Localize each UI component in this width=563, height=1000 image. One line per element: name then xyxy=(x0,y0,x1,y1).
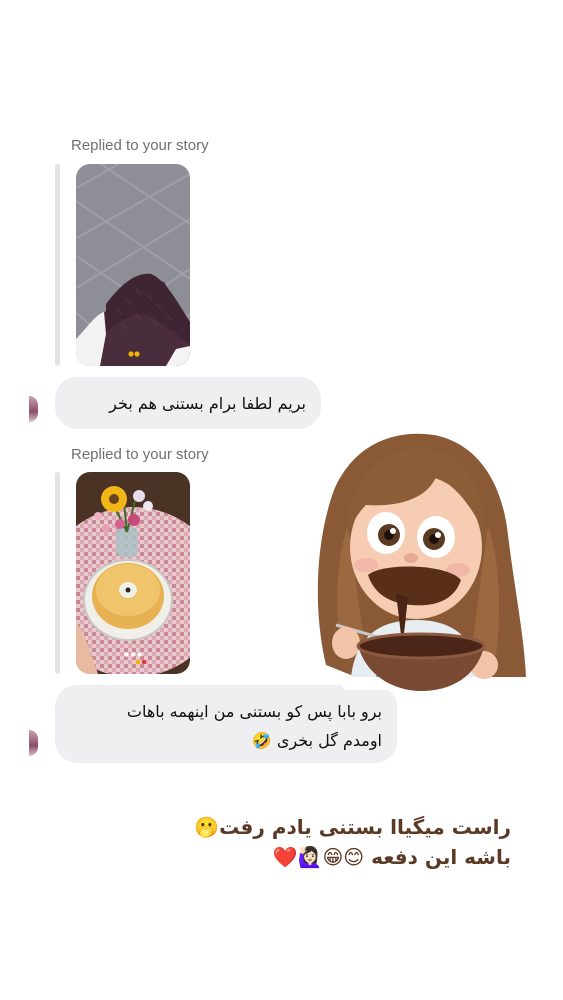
overlay-text-line: راست میگیاا بستنی یادم رفت🫢 xyxy=(194,815,511,839)
reply-label: Replied to your story xyxy=(71,446,209,463)
message-text: بریم لطفا برام بستنی هم بخر xyxy=(109,394,306,413)
contact-avatar[interactable] xyxy=(29,396,38,422)
story-thumbnail[interactable]: ● ● ● xyxy=(76,472,190,674)
story-cake-image: ● ● ● xyxy=(76,472,190,674)
message-text-line: برو بابا پس کو بستنی من اینهمه باهات xyxy=(126,702,382,721)
girl-eating-chocolate-sticker xyxy=(296,415,536,695)
story-overlay-text: راست میگیاا بستنی یادم رفت🫢 باشه این دفع… xyxy=(194,812,511,872)
contact-avatar[interactable] xyxy=(29,730,38,756)
message-text-line: اومدم گل بخری 🤣 xyxy=(251,731,382,750)
message-bubble[interactable]: بریم لطفا برام بستنی هم بخر xyxy=(55,377,321,429)
message-bubble[interactable]: برو بابا پس کو بستنی من اینهمه باهات اوم… xyxy=(55,685,397,763)
story-thumbnail[interactable] xyxy=(76,164,190,366)
overlay-text-line: باشه این دفعه 😊😁🙋🏻‍♀️❤️ xyxy=(272,845,511,869)
story-reply-bar xyxy=(55,472,60,674)
reply-label: Replied to your story xyxy=(71,137,209,154)
svg-text:● ● ●: ● ● ● xyxy=(124,652,142,658)
story-reply-bar xyxy=(55,164,60,366)
story-pavement-image xyxy=(76,164,190,366)
